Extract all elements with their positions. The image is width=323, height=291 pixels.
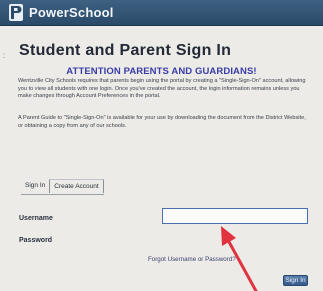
margin-mark: : [3,51,6,60]
auth-tabs: Sign In Create Account [21,177,104,195]
username-input[interactable] [162,208,308,224]
tab-create-account[interactable]: Create Account [49,178,104,193]
sign-in-button[interactable]: Sign In [283,275,308,286]
attention-heading: ATTENTION PARENTS AND GUARDIANS! [66,66,257,77]
username-label: Username [19,215,53,222]
powerschool-logo-icon [9,4,23,21]
forgot-credentials-link[interactable]: Forgot Username or Password? [148,256,236,263]
page-title: Student and Parent Sign In [19,42,232,59]
intro-paragraph: Wentzville City Schools requires that pa… [18,78,306,100]
tab-sign-in[interactable]: Sign In [21,179,49,193]
guide-paragraph: A Parent Guide to "Single-Sign-On" is av… [18,115,306,129]
password-label: Password [19,237,53,244]
app-header: PowerSchool [0,0,323,26]
brand-name: PowerSchool [29,5,114,20]
